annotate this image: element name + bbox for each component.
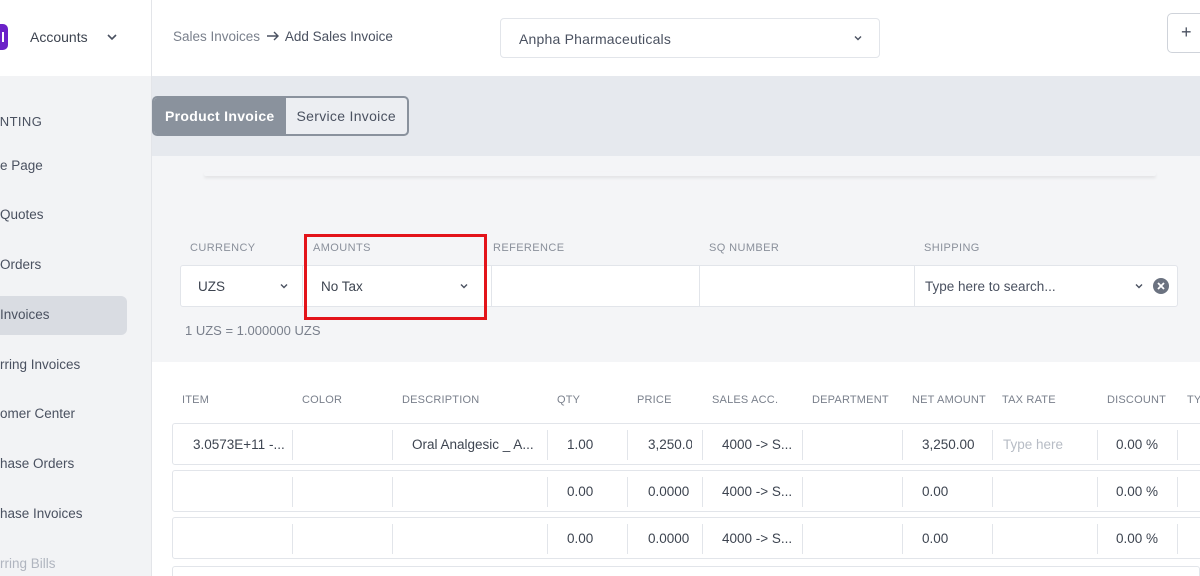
company-select[interactable]: Anpha Pharmaceuticals: [500, 18, 880, 58]
column-header-type: TY: [1187, 394, 1200, 406]
company-select-value: Anpha Pharmaceuticals: [519, 31, 672, 47]
clear-icon[interactable]: [1153, 278, 1169, 294]
cell-discount[interactable]: 0.00 %: [1116, 437, 1176, 452]
tab-product-invoice[interactable]: Product Invoice: [154, 98, 286, 134]
cell-sales-acc[interactable]: 4000 -> S...: [722, 484, 802, 499]
sidebar-item-purchase-invoices[interactable]: hase Invoices: [0, 495, 127, 534]
arrow-right-icon: [266, 31, 279, 41]
cell-discount[interactable]: 0.00 %: [1116, 484, 1176, 499]
sidebar-item-recurring-bills[interactable]: rring Bills: [0, 545, 127, 576]
top-bar: Sales Invoices Add Sales Invoice Anpha P…: [152, 0, 1200, 76]
reference-input[interactable]: [492, 266, 699, 306]
cell-qty[interactable]: 0.00: [567, 531, 617, 546]
sidebar-item-invoices[interactable]: Invoices: [0, 296, 127, 335]
column-header-sales-acc: SALES ACC.: [712, 394, 779, 406]
sidebar-item-purchase-orders[interactable]: hase Orders: [0, 445, 127, 484]
invoice-type-band: Product Invoice Service Invoice: [152, 76, 1200, 156]
cell-discount[interactable]: 0.00 %: [1116, 531, 1176, 546]
breadcrumb-parent-link[interactable]: Sales Invoices: [173, 29, 260, 44]
column-header-tax-rate: TAX RATE: [1002, 394, 1056, 406]
table-row: 0.00 0.0000 4000 -> S... 0.00 0.00 %: [172, 470, 1200, 512]
column-header-net-amount: NET AMOUNT: [912, 394, 986, 406]
cell-net-amount[interactable]: 0.00: [922, 484, 1002, 499]
column-header-department: DEPARTMENT: [812, 394, 889, 406]
shipping-placeholder: Type here to search...: [925, 279, 1056, 294]
invoice-type-toggle: Product Invoice Service Invoice: [152, 96, 409, 136]
column-header-item: ITEM: [182, 394, 210, 406]
cell-price[interactable]: 0.0000: [648, 531, 692, 546]
column-header-description: DESCRIPTION: [402, 394, 480, 406]
currency-select[interactable]: UZS: [181, 266, 302, 306]
amounts-highlight: [304, 234, 487, 320]
cell-price[interactable]: 0.0000: [648, 484, 692, 499]
breadcrumb-current: Add Sales Invoice: [284, 29, 393, 44]
currency-label: CURRENCY: [190, 242, 256, 254]
cell-net-amount[interactable]: 3,250.00: [922, 437, 1002, 452]
sq-number-input[interactable]: [700, 266, 914, 306]
reference-label: REFERENCE: [493, 242, 565, 254]
cell-qty[interactable]: 1.00: [567, 437, 617, 452]
add-button[interactable]: +: [1167, 13, 1200, 53]
table-row: [172, 566, 1200, 576]
sidebar-item-orders[interactable]: Orders: [0, 246, 127, 285]
chevron-down-icon[interactable]: [1134, 281, 1144, 291]
app-switcher-label[interactable]: Accounts: [30, 29, 88, 45]
column-header-price: PRICE: [637, 394, 672, 406]
cell-qty[interactable]: 0.00: [567, 484, 617, 499]
cell-item[interactable]: 3.0573E+11 -...: [193, 437, 288, 452]
tab-service-invoice[interactable]: Service Invoice: [286, 98, 407, 134]
chevron-down-icon[interactable]: [106, 31, 118, 43]
sidebar-header: Accounts: [0, 0, 151, 76]
sidebar-item-recurring-invoices[interactable]: rring Invoices: [0, 346, 127, 385]
table-row: 0.00 0.0000 4000 -> S... 0.00 0.00 %: [172, 517, 1200, 559]
cell-price[interactable]: 3,250.0: [648, 437, 692, 452]
sq-number-label: SQ NUMBER: [709, 242, 780, 254]
collapsed-panel: [152, 156, 1200, 180]
chevron-down-icon: [854, 36, 862, 41]
currency-value: UZS: [198, 279, 225, 294]
breadcrumb: Sales Invoices Add Sales Invoice: [173, 29, 393, 44]
shipping-label: SHIPPING: [924, 242, 980, 254]
chevron-down-icon: [280, 284, 288, 289]
sidebar-item-customer-center[interactable]: omer Center: [0, 395, 127, 434]
column-header-color: COLOR: [302, 394, 343, 406]
cell-sales-acc[interactable]: 4000 -> S...: [722, 437, 802, 452]
cell-description[interactable]: Oral Analgesic _ A...: [412, 437, 540, 452]
table-row: 3.0573E+11 -... Oral Analgesic _ A... 1.…: [172, 423, 1200, 465]
exchange-rate-note: 1 UZS = 1.000000 UZS: [185, 323, 321, 338]
shipping-search[interactable]: Type here to search...: [915, 266, 1177, 306]
cell-tax-rate[interactable]: Type here: [1003, 437, 1063, 452]
sidebar-item-quotes[interactable]: Quotes: [0, 196, 127, 235]
app-logo-icon[interactable]: [0, 24, 8, 50]
sidebar-section-title: UNTING: [0, 114, 43, 129]
column-header-discount: DISCOUNT: [1107, 394, 1167, 406]
sidebar-item-home-page[interactable]: e Page: [0, 147, 127, 186]
cell-net-amount[interactable]: 0.00: [922, 531, 1002, 546]
sidebar: Accounts UNTING e Page Quotes Orders Inv…: [0, 0, 152, 576]
cell-sales-acc[interactable]: 4000 -> S...: [722, 531, 802, 546]
column-header-qty: QTY: [557, 394, 581, 406]
